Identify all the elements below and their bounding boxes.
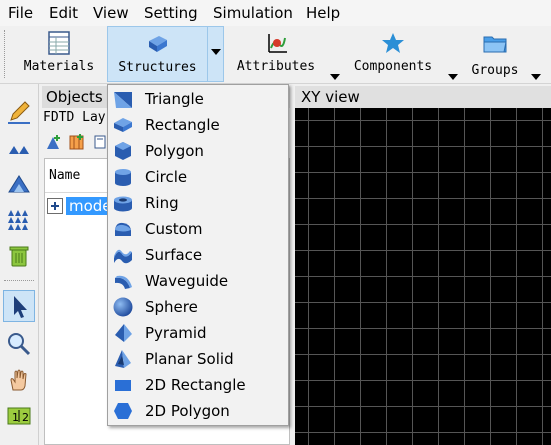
xy-view-title: XY view	[295, 86, 551, 108]
menu-item-label: Waveguide	[145, 272, 229, 290]
menu-item-label: Triangle	[145, 90, 204, 108]
svg-text:2: 2	[22, 411, 29, 424]
structures-label: Structures	[118, 60, 197, 75]
objects-panel-toolbar	[46, 134, 112, 154]
components-dropdown-icon[interactable]	[448, 74, 458, 80]
components-icon	[382, 33, 404, 53]
zoom-magnifier-icon[interactable]	[3, 328, 35, 360]
menu-item-label: Circle	[145, 168, 188, 186]
pan-hand-icon[interactable]	[3, 364, 35, 396]
menu-view[interactable]: View	[93, 3, 129, 23]
pyramid-icon	[115, 324, 132, 342]
structures-dropdown-button[interactable]	[207, 26, 224, 82]
menu-item-label: Custom	[145, 220, 203, 238]
sphere-icon	[113, 297, 133, 317]
left-toolstrip: 1 2	[0, 84, 39, 445]
structures-icon	[148, 36, 167, 52]
mountain-array-icon[interactable]	[3, 204, 35, 236]
menu-item-pyramid[interactable]: Pyramid	[108, 320, 288, 346]
menu-item-surface[interactable]: Surface	[108, 242, 288, 268]
ring-icon	[114, 196, 132, 212]
menu-item-polygon[interactable]: Polygon	[108, 138, 288, 164]
structures-menu: Triangle Rectangle Polygon Circle Ring C…	[107, 84, 289, 426]
menu-item-waveguide[interactable]: Waveguide	[108, 268, 288, 294]
menu-item-label: 2D Rectangle	[145, 376, 246, 394]
menu-item-rectangle[interactable]: Rectangle	[108, 112, 288, 138]
planar-solid-icon	[115, 350, 131, 368]
add-mountain-icon[interactable]	[46, 134, 62, 150]
menu-item-label: Surface	[145, 246, 203, 264]
toolstrip-separator	[4, 280, 34, 281]
model-node-icon	[47, 198, 63, 214]
components-button[interactable]: Components	[346, 26, 440, 82]
2d-rectangle-icon	[115, 380, 131, 391]
menu-item-label: 2D Polygon	[145, 402, 230, 420]
menu-item-label: Sphere	[145, 298, 198, 316]
attributes-dropdown-icon[interactable]	[330, 74, 340, 80]
tree-row[interactable]: mode	[47, 197, 115, 217]
menu-item-label: Polygon	[145, 142, 204, 160]
menu-help[interactable]: Help	[306, 3, 340, 23]
menu-item-ring[interactable]: Ring	[108, 190, 288, 216]
groups-button[interactable]: Groups	[464, 26, 526, 82]
attributes-icon	[268, 34, 287, 53]
trash-icon[interactable]	[3, 240, 35, 272]
menu-setting[interactable]: Setting	[144, 3, 198, 23]
menu-item-2d-polygon[interactable]: 2D Polygon	[108, 398, 288, 424]
components-label: Components	[353, 59, 433, 74]
menu-file[interactable]: File	[8, 3, 33, 23]
pencil-icon[interactable]	[3, 96, 35, 128]
svg-text:1: 1	[12, 411, 19, 424]
structures-button[interactable]: Structures	[107, 26, 208, 82]
groups-dropdown-icon[interactable]	[531, 74, 541, 80]
2d-polygon-icon	[114, 403, 132, 419]
chevron-down-icon	[211, 49, 221, 55]
menu-item-label: Planar Solid	[145, 350, 234, 368]
main-toolbar: Materials Structures Attributes Componen…	[0, 26, 551, 84]
menu-item-custom[interactable]: Custom	[108, 216, 288, 242]
add-grid-icon[interactable]	[69, 134, 85, 150]
objects-panel-subtitle: FDTD Lay	[43, 110, 106, 125]
menu-item-label: Ring	[145, 194, 179, 212]
menu-item-2d-rectangle[interactable]: 2D Rectangle	[108, 372, 288, 398]
ruler-icon[interactable]: 1 2	[3, 400, 35, 432]
xy-view-canvas[interactable]	[295, 108, 551, 445]
groups-label: Groups	[471, 63, 519, 78]
custom-icon	[115, 222, 131, 236]
attributes-label: Attributes	[236, 59, 316, 74]
mountains-small-icon[interactable]	[3, 134, 35, 166]
menu-item-label: Pyramid	[145, 324, 207, 342]
materials-icon	[48, 31, 70, 55]
menu-bar: File Edit View Setting Simulation Help	[0, 0, 551, 26]
toolbar-grip[interactable]	[4, 30, 7, 78]
xy-view-panel: XY view	[295, 86, 551, 445]
cursor-arrow-icon	[14, 296, 27, 318]
materials-label: Materials	[23, 59, 95, 74]
select-tool-button[interactable]	[3, 290, 35, 322]
materials-button[interactable]: Materials	[14, 26, 104, 82]
triangle-icon	[114, 92, 132, 108]
menu-item-triangle[interactable]: Triangle	[108, 86, 288, 112]
waveguide-icon	[115, 275, 132, 289]
menu-edit[interactable]: Edit	[49, 3, 78, 23]
menu-simulation[interactable]: Simulation	[213, 3, 293, 23]
groups-folder-icon	[483, 36, 507, 53]
mountain-icon[interactable]	[3, 168, 35, 200]
circle-icon	[115, 169, 131, 186]
menu-item-sphere[interactable]: Sphere	[108, 294, 288, 320]
menu-item-label: Rectangle	[145, 116, 220, 134]
menu-item-circle[interactable]: Circle	[108, 164, 288, 190]
attributes-button[interactable]: Attributes	[230, 26, 322, 82]
surface-icon	[114, 249, 132, 264]
menu-item-planar-solid[interactable]: Planar Solid	[108, 346, 288, 372]
rectangle-icon	[114, 118, 132, 132]
polygon-icon	[115, 142, 131, 160]
